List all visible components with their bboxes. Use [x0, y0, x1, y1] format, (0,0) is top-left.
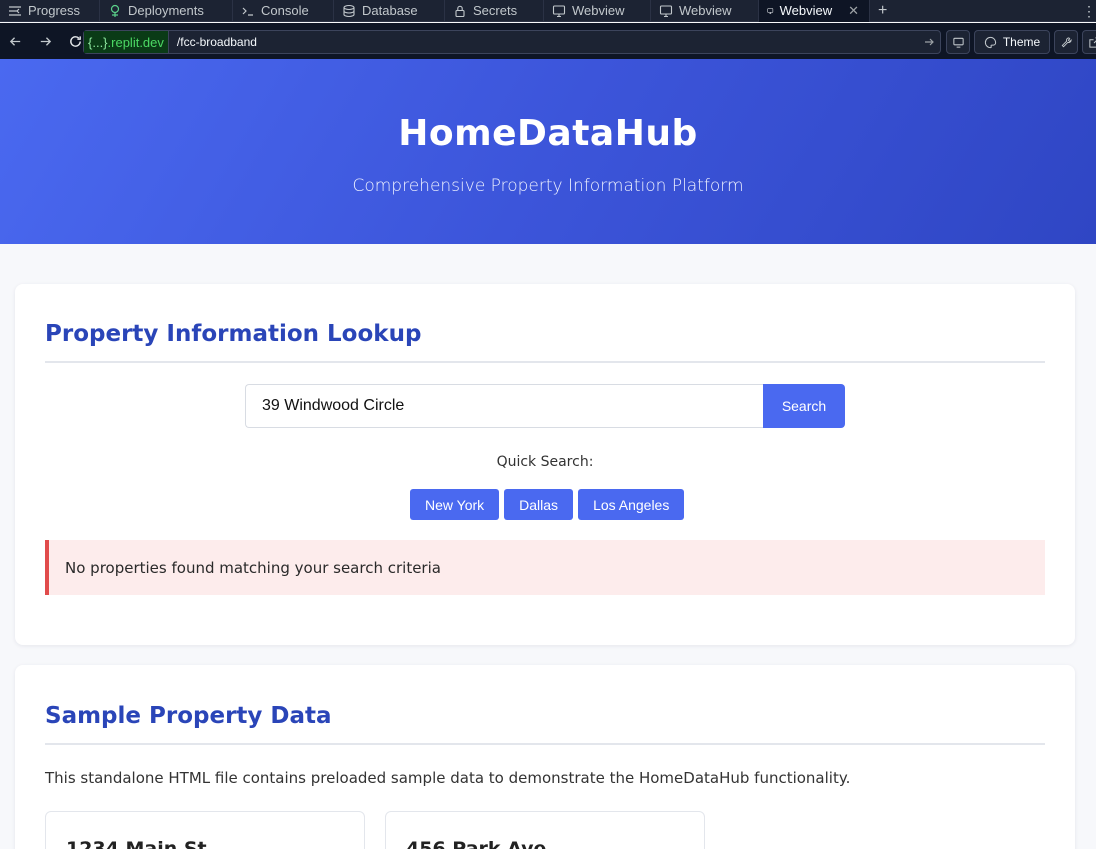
open-new-tab-button[interactable]: [1082, 30, 1096, 54]
quick-search-buttons: New York Dallas Los Angeles: [410, 489, 685, 520]
close-icon[interactable]: ✕: [848, 3, 859, 19]
tab-database[interactable]: Database: [334, 0, 445, 22]
external-link-icon: [1088, 36, 1096, 48]
tab-label: Secrets: [473, 3, 518, 18]
search-button[interactable]: Search: [763, 384, 845, 428]
lookup-heading: Property Information Lookup: [45, 321, 422, 347]
url-host: {...} .replit.dev: [84, 31, 169, 53]
app-subtitle: Comprehensive Property Information Platf…: [352, 176, 744, 196]
search-row: Search: [245, 384, 845, 428]
theme-button[interactable]: Theme: [974, 30, 1050, 54]
monitor-icon: [659, 4, 673, 17]
error-alert: No properties found matching your search…: [45, 540, 1045, 595]
devtools-button[interactable]: [1054, 30, 1078, 54]
tab-label: Webview: [679, 3, 732, 18]
sample-description: This standalone HTML file contains prelo…: [45, 769, 851, 787]
property-address: 1234 Main St: [66, 838, 207, 849]
database-icon: [343, 4, 355, 17]
url-field[interactable]: {...} .replit.dev /fcc-broadband: [83, 30, 941, 54]
property-card[interactable]: 456 Park Ave: [385, 811, 705, 849]
monitor-icon: [552, 4, 566, 17]
back-icon[interactable]: [0, 23, 30, 59]
sample-heading: Sample Property Data: [45, 703, 332, 729]
console-icon: [242, 7, 253, 16]
tab-deployments[interactable]: Deployments: [100, 0, 233, 22]
more-icon[interactable]: ⋮: [1082, 0, 1096, 22]
tab-label: Database: [362, 3, 418, 18]
property-card[interactable]: 1234 Main St: [45, 811, 365, 849]
sample-card: Sample Property Data This standalone HTM…: [15, 665, 1075, 849]
lookup-card: Property Information Lookup Search Quick…: [15, 284, 1075, 645]
open-url-icon[interactable]: [918, 36, 940, 48]
forward-icon[interactable]: [30, 23, 60, 59]
ide-tab-bar: Progress Deployments Console Database Se…: [0, 0, 1096, 22]
tab-console[interactable]: Console: [233, 0, 334, 22]
url-path: /fcc-broadband: [176, 35, 257, 49]
app-header: HomeDataHub Comprehensive Property Infor…: [0, 59, 1096, 244]
property-address: 456 Park Ave: [406, 838, 547, 849]
deployments-icon: [110, 4, 120, 17]
divider: [45, 743, 1045, 745]
quick-search-new-york[interactable]: New York: [410, 489, 500, 520]
app-title: HomeDataHub: [398, 113, 698, 154]
tab-label: Progress: [28, 3, 81, 18]
webview-url-bar: {...} .replit.dev /fcc-broadband Theme: [0, 23, 1096, 59]
palette-icon: [984, 36, 996, 48]
add-tab-icon[interactable]: +: [870, 2, 895, 20]
tab-label: Webview: [572, 3, 625, 18]
wrench-icon: [1061, 36, 1072, 47]
tab-webview-2[interactable]: Webview: [651, 0, 759, 22]
tab-label: Console: [261, 3, 309, 18]
theme-label: Theme: [1002, 35, 1041, 49]
divider: [45, 361, 1045, 363]
lock-icon: [455, 5, 465, 17]
tab-progress[interactable]: Progress: [0, 0, 100, 22]
progress-icon: [9, 5, 21, 16]
monitor-icon: [767, 7, 774, 14]
device-toggle-button[interactable]: [946, 30, 970, 54]
tab-label: Webview: [779, 3, 833, 18]
tab-secrets[interactable]: Secrets: [445, 0, 544, 22]
quick-search-los-angeles[interactable]: Los Angeles: [578, 489, 685, 520]
url-host-prefix: {...}: [88, 34, 108, 50]
tab-webview-active[interactable]: Webview ✕: [759, 0, 870, 22]
monitor-icon: [952, 37, 964, 48]
tab-label: Deployments: [128, 3, 204, 18]
quick-search-dallas[interactable]: Dallas: [504, 489, 574, 520]
url-host-suffix: .replit.dev: [107, 34, 164, 50]
tab-webview-1[interactable]: Webview: [544, 0, 651, 22]
search-input[interactable]: [245, 384, 763, 428]
quick-search-label: Quick Search:: [496, 454, 594, 470]
